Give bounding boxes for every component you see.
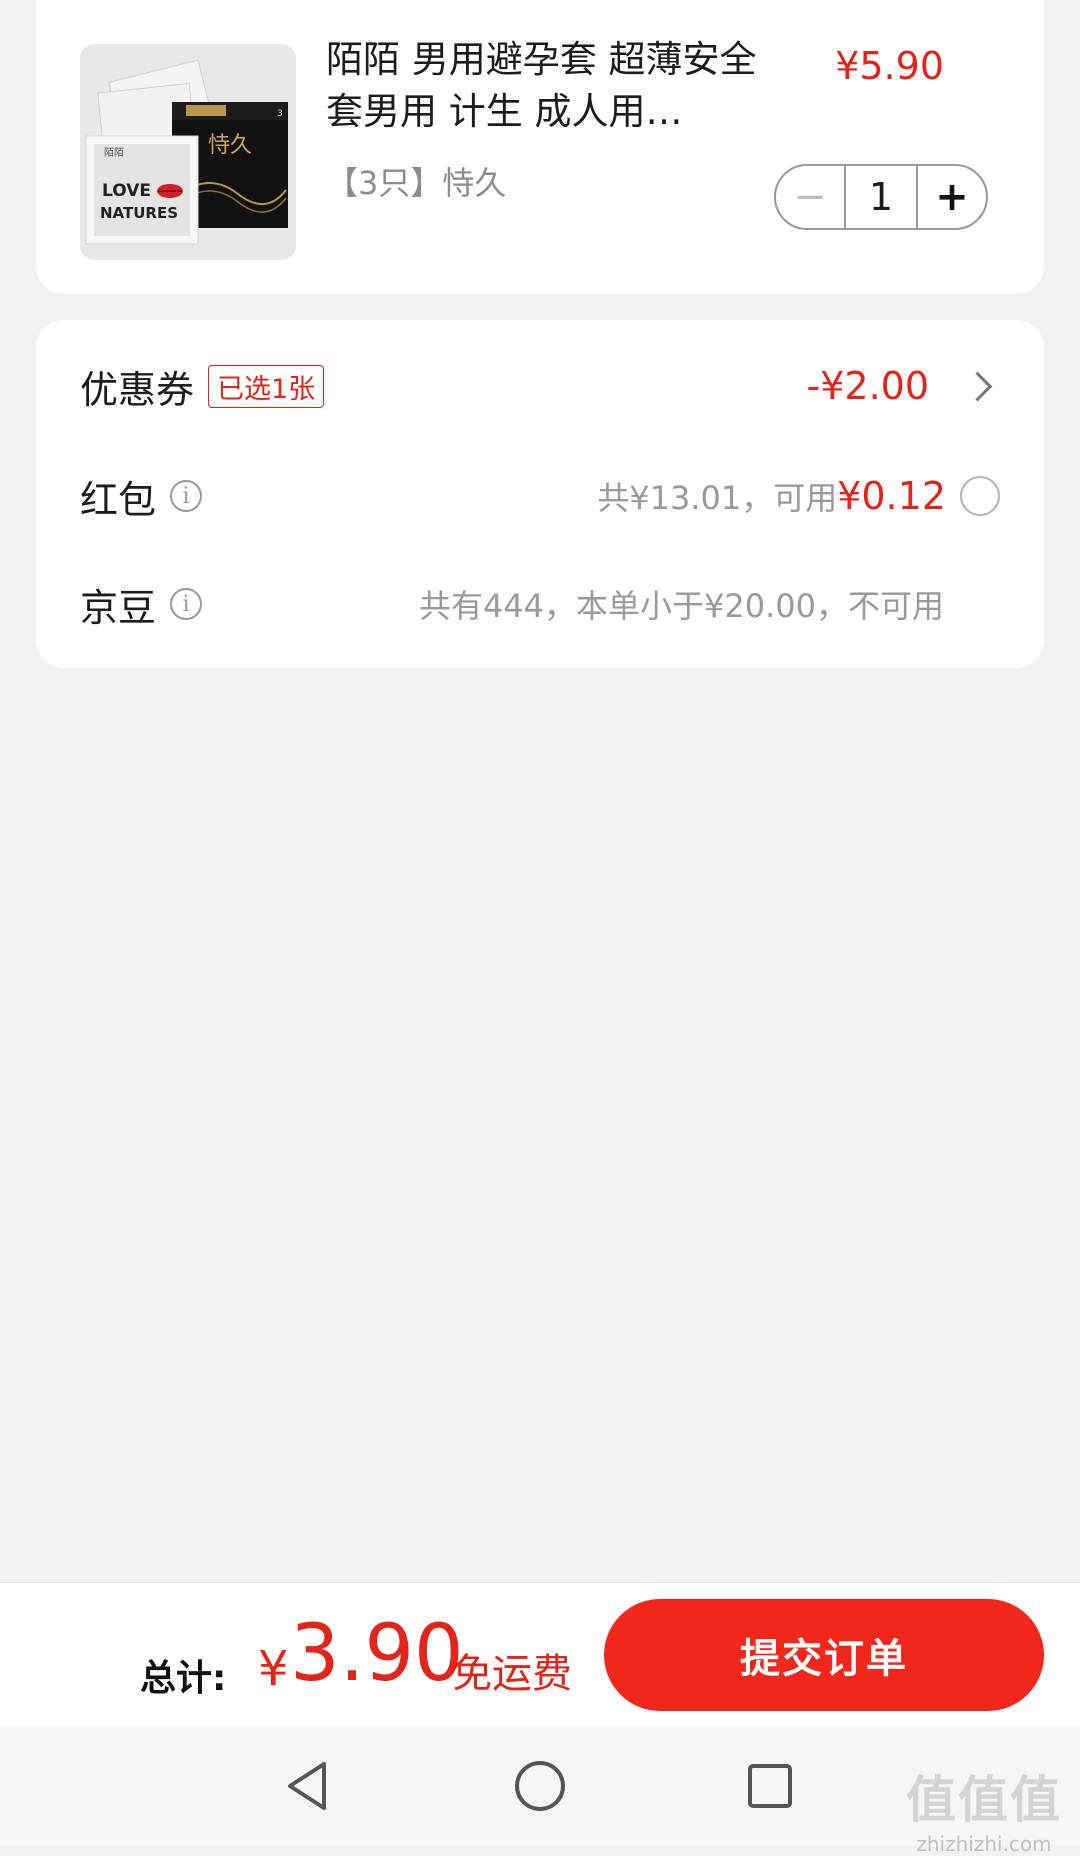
product-title[interactable]: 陌陌 男用避孕套 超薄安全套男用 计生 成人用… [326, 34, 766, 138]
quantity-stepper: − 1 + [774, 164, 988, 230]
product-card: 恃久 3 陌陌 LOVE NATURES 陌陌 男用避孕套 超薄安全套男用 计生… [36, 0, 1044, 294]
total-label: 总计: [140, 1658, 227, 1699]
jingdou-note: 共有444，本单小于¥20.00，不可用 [418, 587, 944, 625]
product-price: ¥5.90 [835, 44, 944, 88]
red-packet-note: 共¥13.01，可用 [597, 479, 838, 517]
box-title-text: 恃久 [208, 133, 252, 158]
system-nav-bar: 值值值 zhizhizhi.com [0, 1726, 1080, 1856]
info-icon[interactable]: i [170, 588, 203, 620]
jingdou-row: 京豆 i 共有444，本单小于¥20.00，不可用 [80, 564, 1000, 644]
watermark-logo: 值值值 [906, 1771, 1062, 1829]
free-shipping-label: 免运费 [452, 1651, 572, 1697]
back-icon[interactable] [276, 1754, 340, 1818]
home-icon[interactable] [508, 1754, 572, 1818]
jingdou-label: 京豆 [80, 585, 157, 630]
checkout-bar: 总计: ¥ 3.90 免运费 提交订单 [0, 1582, 1080, 1727]
red-packet-label: 红包 [80, 477, 157, 522]
watermark: 值值值 zhizhizhi.com [906, 1760, 1062, 1856]
submit-order-button[interactable]: 提交订单 [604, 1599, 1044, 1711]
coupon-badge: 已选1张 [208, 364, 325, 408]
decrease-button[interactable]: − [776, 166, 844, 228]
watermark-url: zhizhizhi.com [916, 1832, 1052, 1856]
red-packet-available: ¥0.12 [837, 474, 946, 518]
quantity-value[interactable]: 1 [844, 166, 918, 228]
recents-icon[interactable] [738, 1754, 802, 1818]
svg-text:陌陌: 陌陌 [104, 147, 124, 159]
benefits-card: 优惠券 已选1张 -¥2.00 红包 i 共¥13.01，可用 ¥0.12 京豆… [36, 320, 1044, 668]
svg-text:3: 3 [277, 109, 283, 119]
total-amount: 3.90 [290, 1609, 464, 1699]
info-icon[interactable]: i [170, 480, 203, 512]
coupon-label: 优惠券 [80, 367, 195, 412]
red-packet-row: 红包 i 共¥13.01，可用 ¥0.12 [80, 456, 1000, 536]
product-spec[interactable]: 【3只】恃久 [326, 158, 506, 204]
svg-text:NATURES: NATURES [100, 204, 178, 222]
chevron-right-icon[interactable] [962, 371, 993, 401]
product-image[interactable]: 恃久 3 陌陌 LOVE NATURES [80, 44, 296, 260]
svg-text:LOVE: LOVE [102, 181, 151, 201]
red-packet-radio[interactable] [960, 476, 1000, 516]
coupon-row[interactable]: 优惠券 已选1张 -¥2.00 [80, 346, 1000, 426]
coupon-discount: -¥2.00 [806, 364, 930, 408]
currency-symbol: ¥ [258, 1641, 289, 1697]
increase-button[interactable]: + [918, 166, 986, 228]
